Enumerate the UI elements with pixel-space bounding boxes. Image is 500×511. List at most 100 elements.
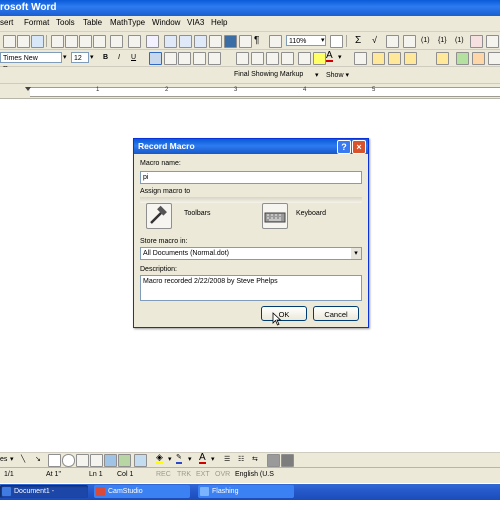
increase-indent-icon[interactable] xyxy=(281,52,294,65)
fraction-icon[interactable] xyxy=(386,35,399,48)
fill-dropdown-icon[interactable]: ▾ xyxy=(168,454,172,465)
font-name-combo[interactable]: Times New Roman xyxy=(0,52,62,73)
size-dropdown-icon[interactable]: ▾ xyxy=(90,52,94,63)
status-rec[interactable]: REC xyxy=(156,471,171,478)
line-color-icon[interactable]: ✎ xyxy=(176,453,182,464)
toolbars-label[interactable]: Toolbars xyxy=(184,210,210,217)
line-dropdown-icon[interactable]: ▾ xyxy=(188,454,192,465)
italic-icon[interactable]: I xyxy=(118,52,120,63)
3d-icon[interactable] xyxy=(281,454,294,467)
align-center-icon[interactable] xyxy=(164,52,177,65)
menu-help[interactable]: Help xyxy=(211,18,227,27)
show-menu[interactable]: Show ▾ xyxy=(326,70,349,81)
document-map-icon[interactable] xyxy=(239,35,252,48)
bold-icon[interactable]: B xyxy=(103,52,108,63)
decrease-indent-icon[interactable] xyxy=(266,52,279,65)
wordart-icon[interactable] xyxy=(90,454,103,467)
more-icon[interactable] xyxy=(486,35,499,48)
keyboard-label[interactable]: Keyboard xyxy=(296,210,326,217)
menu-via3[interactable]: VIA3 xyxy=(187,18,204,27)
insert-table-icon[interactable] xyxy=(179,35,192,48)
dropdown-icon[interactable]: ▾ xyxy=(10,454,14,465)
chevron-down-icon[interactable]: ▾ xyxy=(351,248,361,259)
track-1-icon[interactable] xyxy=(372,52,385,65)
zoom-dropdown-icon[interactable]: ▾ xyxy=(321,35,325,46)
insert-excel-icon[interactable] xyxy=(194,35,207,48)
rectangle-icon[interactable] xyxy=(48,454,61,467)
diagram-icon[interactable] xyxy=(104,454,117,467)
redo-icon[interactable] xyxy=(128,35,141,48)
taskbar-item-flashing[interactable]: Flashing xyxy=(198,485,294,498)
track-6-icon[interactable] xyxy=(472,52,485,65)
macro-name-input[interactable]: pi xyxy=(140,171,362,184)
menu-tools[interactable]: Tools xyxy=(56,18,75,27)
undo-icon[interactable] xyxy=(110,35,123,48)
bullets-icon[interactable] xyxy=(251,52,264,65)
shadow-icon[interactable] xyxy=(267,454,280,467)
store-macro-select[interactable]: All Documents (Normal.dot) xyxy=(140,247,362,260)
radical-icon[interactable]: √ xyxy=(372,35,377,46)
fill-color-icon[interactable]: ◈ xyxy=(156,453,163,464)
font-dropdown-draw-icon[interactable]: ▾ xyxy=(211,454,215,465)
help-button[interactable]: ? xyxy=(337,140,351,154)
font-color-dropdown-icon[interactable]: ▾ xyxy=(338,52,342,63)
description-textarea[interactable]: Macro recorded 2/22/2008 by Steve Phelps xyxy=(140,275,362,301)
tables-borders-icon[interactable] xyxy=(164,35,177,48)
menu-insert[interactable]: sert xyxy=(0,18,13,27)
print-icon[interactable] xyxy=(3,35,16,48)
borders-icon[interactable] xyxy=(298,52,311,65)
mathtype-icon[interactable] xyxy=(470,35,483,48)
track-7-icon[interactable] xyxy=(488,52,500,65)
hyperlink-icon[interactable] xyxy=(146,35,159,48)
menu-mathtype[interactable]: MathType xyxy=(110,18,145,27)
status-trk[interactable]: TRK xyxy=(177,471,191,478)
menu-format[interactable]: Format xyxy=(24,18,49,27)
track-4-icon[interactable] xyxy=(436,52,449,65)
drawing-icon[interactable] xyxy=(224,35,237,48)
line-style-icon[interactable]: ☰ xyxy=(224,454,230,465)
picture-icon[interactable] xyxy=(134,454,147,467)
format-painter-icon[interactable] xyxy=(93,35,106,48)
columns-icon[interactable] xyxy=(209,35,222,48)
paste-icon[interactable] xyxy=(79,35,92,48)
highlight-icon[interactable] xyxy=(313,52,326,65)
status-ext[interactable]: EXT xyxy=(196,471,210,478)
oval-icon[interactable] xyxy=(62,454,75,467)
track-5-icon[interactable] xyxy=(456,52,469,65)
markup-dropdown-icon[interactable]: ▾ xyxy=(315,70,319,81)
styles-icon[interactable] xyxy=(354,52,367,65)
help-icon[interactable] xyxy=(330,35,343,48)
menu-table[interactable]: Table xyxy=(83,18,102,27)
status-ovr[interactable]: OVR xyxy=(215,471,230,478)
line-icon[interactable]: ╲ xyxy=(21,454,25,465)
print-preview-icon[interactable] xyxy=(17,35,30,48)
text-box-icon[interactable] xyxy=(76,454,89,467)
parens-icon[interactable]: (1) xyxy=(421,35,430,46)
font-color-icon[interactable]: A xyxy=(326,51,333,62)
keyboard-button[interactable] xyxy=(262,203,288,229)
indent-marker-icon[interactable] xyxy=(25,87,31,91)
arrow-icon[interactable]: ↘ xyxy=(35,454,41,465)
ok-button[interactable]: OK xyxy=(261,306,307,321)
numbering-icon[interactable] xyxy=(236,52,249,65)
track-3-icon[interactable] xyxy=(404,52,417,65)
copy-icon[interactable] xyxy=(65,35,78,48)
matrix-icon[interactable] xyxy=(403,35,416,48)
show-hide-icon[interactable]: ¶ xyxy=(254,35,265,46)
bracket-icon[interactable]: {1} xyxy=(438,35,447,46)
taskbar-item-camstudio[interactable]: CamStudio xyxy=(94,485,190,498)
number-icon[interactable]: (1) xyxy=(455,35,464,46)
underline-icon[interactable]: U xyxy=(131,52,136,63)
font-dropdown-icon[interactable]: ▾ xyxy=(63,52,67,63)
menu-window[interactable]: Window xyxy=(152,18,180,27)
sum-icon[interactable]: Σ xyxy=(355,35,361,46)
toolbars-button[interactable] xyxy=(146,203,172,229)
zoom-combo[interactable]: 110% xyxy=(286,35,326,46)
track-2-icon[interactable] xyxy=(388,52,401,65)
font-color-draw-icon[interactable]: A xyxy=(199,453,206,464)
arrow-style-icon[interactable]: ⇆ xyxy=(252,454,258,465)
line-spacing-icon[interactable] xyxy=(208,52,221,65)
spelling-icon[interactable] xyxy=(31,35,44,48)
clip-art-icon[interactable] xyxy=(118,454,131,467)
read-icon[interactable] xyxy=(269,35,282,48)
